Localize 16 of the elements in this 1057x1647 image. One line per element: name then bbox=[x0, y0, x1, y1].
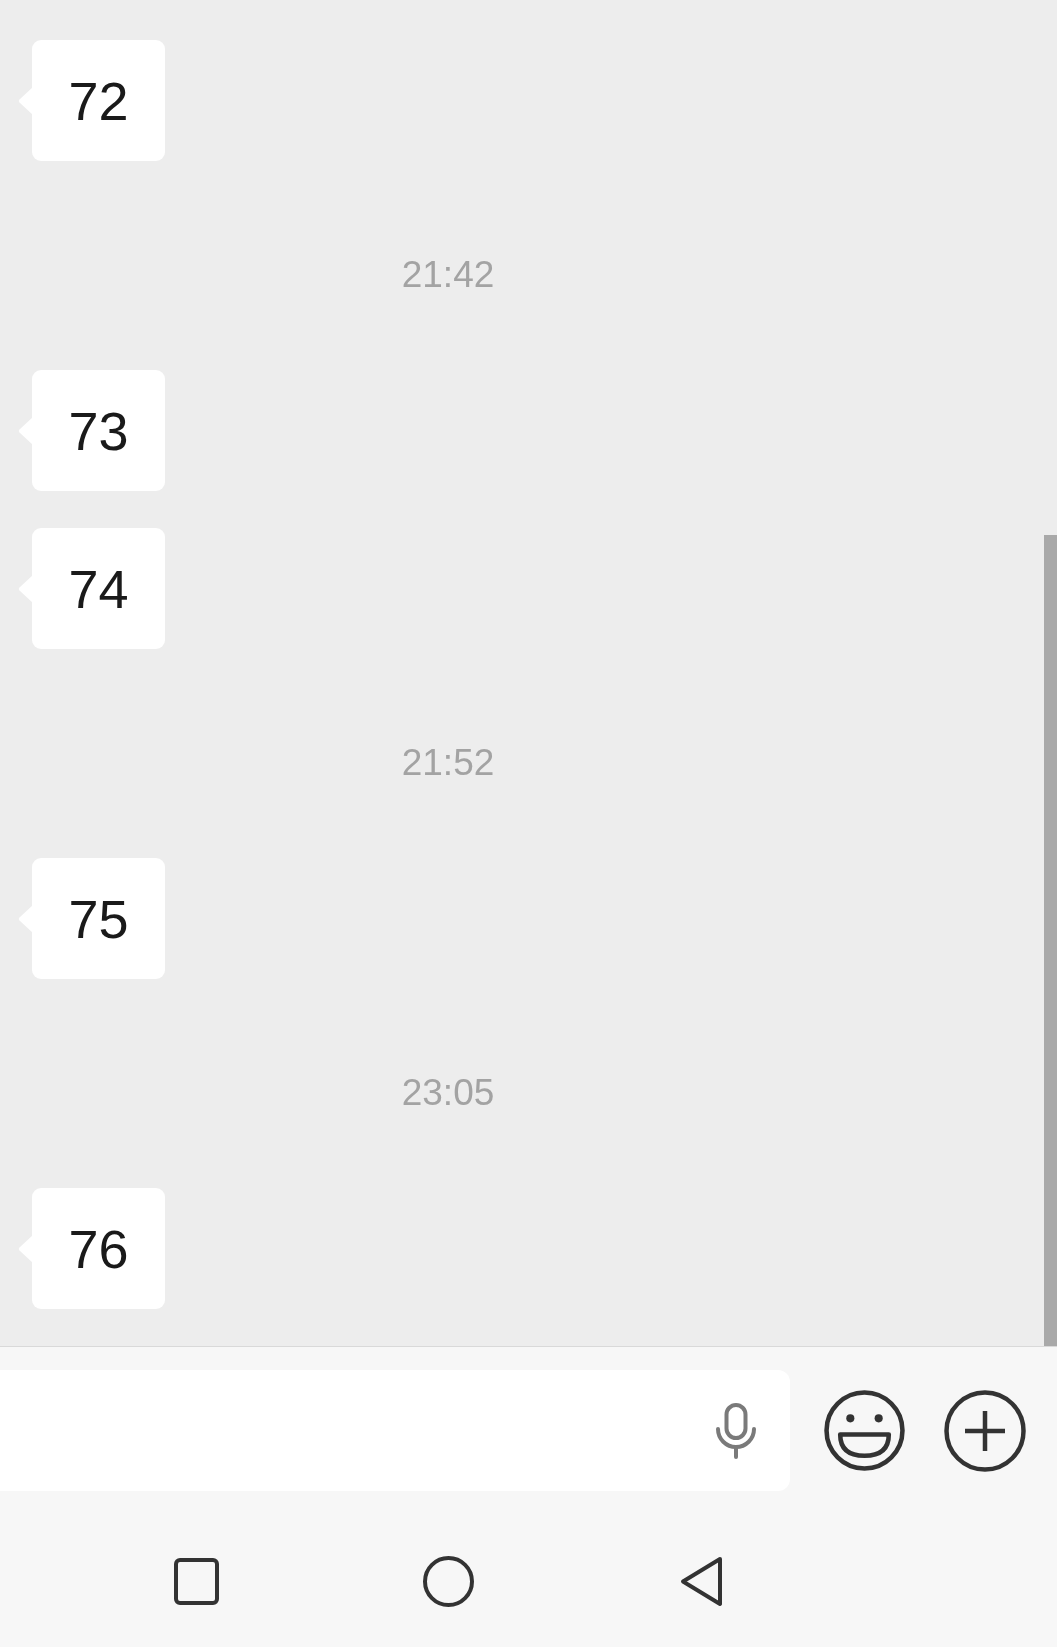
message-text: 72 bbox=[68, 73, 129, 128]
emoji-icon[interactable] bbox=[824, 1390, 905, 1471]
plus-icon[interactable] bbox=[944, 1389, 1026, 1472]
message-text: 75 bbox=[68, 891, 129, 946]
square-nav-icon[interactable] bbox=[174, 1558, 219, 1605]
message-text: 74 bbox=[68, 561, 129, 616]
message-input-field[interactable] bbox=[0, 1370, 790, 1491]
microphone-icon[interactable] bbox=[715, 1402, 757, 1459]
circle-nav-icon[interactable] bbox=[423, 1556, 474, 1607]
timestamp: 23:05 bbox=[401, 1073, 495, 1111]
message-text: 73 bbox=[68, 403, 129, 458]
timestamp: 21:52 bbox=[401, 743, 495, 781]
timestamp: 21:42 bbox=[401, 255, 495, 293]
scrollbar-thumb[interactable] bbox=[1044, 535, 1057, 1346]
triangle-back-icon[interactable] bbox=[679, 1556, 723, 1607]
message-text: 76 bbox=[68, 1221, 129, 1276]
